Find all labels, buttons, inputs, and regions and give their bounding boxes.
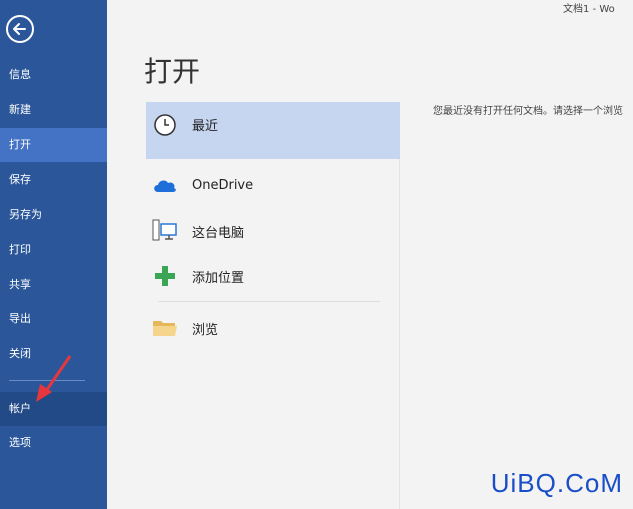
location-label: 添加位置 bbox=[192, 270, 245, 286]
location-browse[interactable]: 浏览 bbox=[146, 309, 400, 347]
sidebar-item-new[interactable]: 新建 bbox=[0, 93, 107, 127]
sidebar-item-open[interactable]: 打开 bbox=[0, 128, 107, 162]
sidebar-item-export[interactable]: 导出 bbox=[0, 302, 107, 336]
backstage-sidebar: 信息 新建 打开 保存 另存为 打印 共享 导出 关闭 帐户 选项 bbox=[0, 0, 107, 509]
location-label: OneDrive bbox=[192, 177, 254, 193]
location-onedrive[interactable]: OneDrive bbox=[146, 166, 400, 204]
sidebar-item-info[interactable]: 信息 bbox=[0, 58, 107, 92]
location-label: 这台电脑 bbox=[192, 225, 245, 241]
location-divider bbox=[158, 301, 380, 302]
sidebar-item-options[interactable]: 选项 bbox=[0, 426, 107, 460]
folder-icon bbox=[152, 315, 178, 341]
sidebar-item-share[interactable]: 共享 bbox=[0, 268, 107, 302]
location-this-pc[interactable]: 这台电脑 bbox=[146, 212, 400, 250]
sidebar-item-save[interactable]: 保存 bbox=[0, 163, 107, 197]
page-title: 打开 bbox=[144, 55, 201, 88]
clock-icon bbox=[152, 112, 178, 138]
panel-divider bbox=[399, 159, 400, 509]
window-title: 文档1 - Wo bbox=[563, 4, 615, 15]
cloud-icon bbox=[152, 172, 178, 198]
recent-empty-message: 您最近没有打开任何文档。请选择一个浏览 bbox=[433, 106, 623, 117]
plus-icon bbox=[152, 263, 178, 289]
back-arrow-button[interactable] bbox=[6, 15, 34, 43]
location-label: 浏览 bbox=[192, 322, 219, 338]
location-add-place[interactable]: 添加位置 bbox=[146, 257, 400, 295]
red-arrow-annotation bbox=[36, 355, 72, 402]
sidebar-item-save-as[interactable]: 另存为 bbox=[0, 198, 107, 232]
location-label: 最近 bbox=[192, 119, 219, 134]
open-panel: 文档1 - Wo 打开 最近 OneDrive 这台电脑 添加位置 浏览 您最近… bbox=[107, 0, 633, 509]
sidebar-item-print[interactable]: 打印 bbox=[0, 233, 107, 267]
computer-icon bbox=[152, 218, 178, 244]
watermark-text: UiBQ.CoM bbox=[490, 468, 623, 498]
location-recent[interactable]: 最近 bbox=[146, 102, 400, 159]
back-arrow-icon bbox=[13, 23, 26, 35]
